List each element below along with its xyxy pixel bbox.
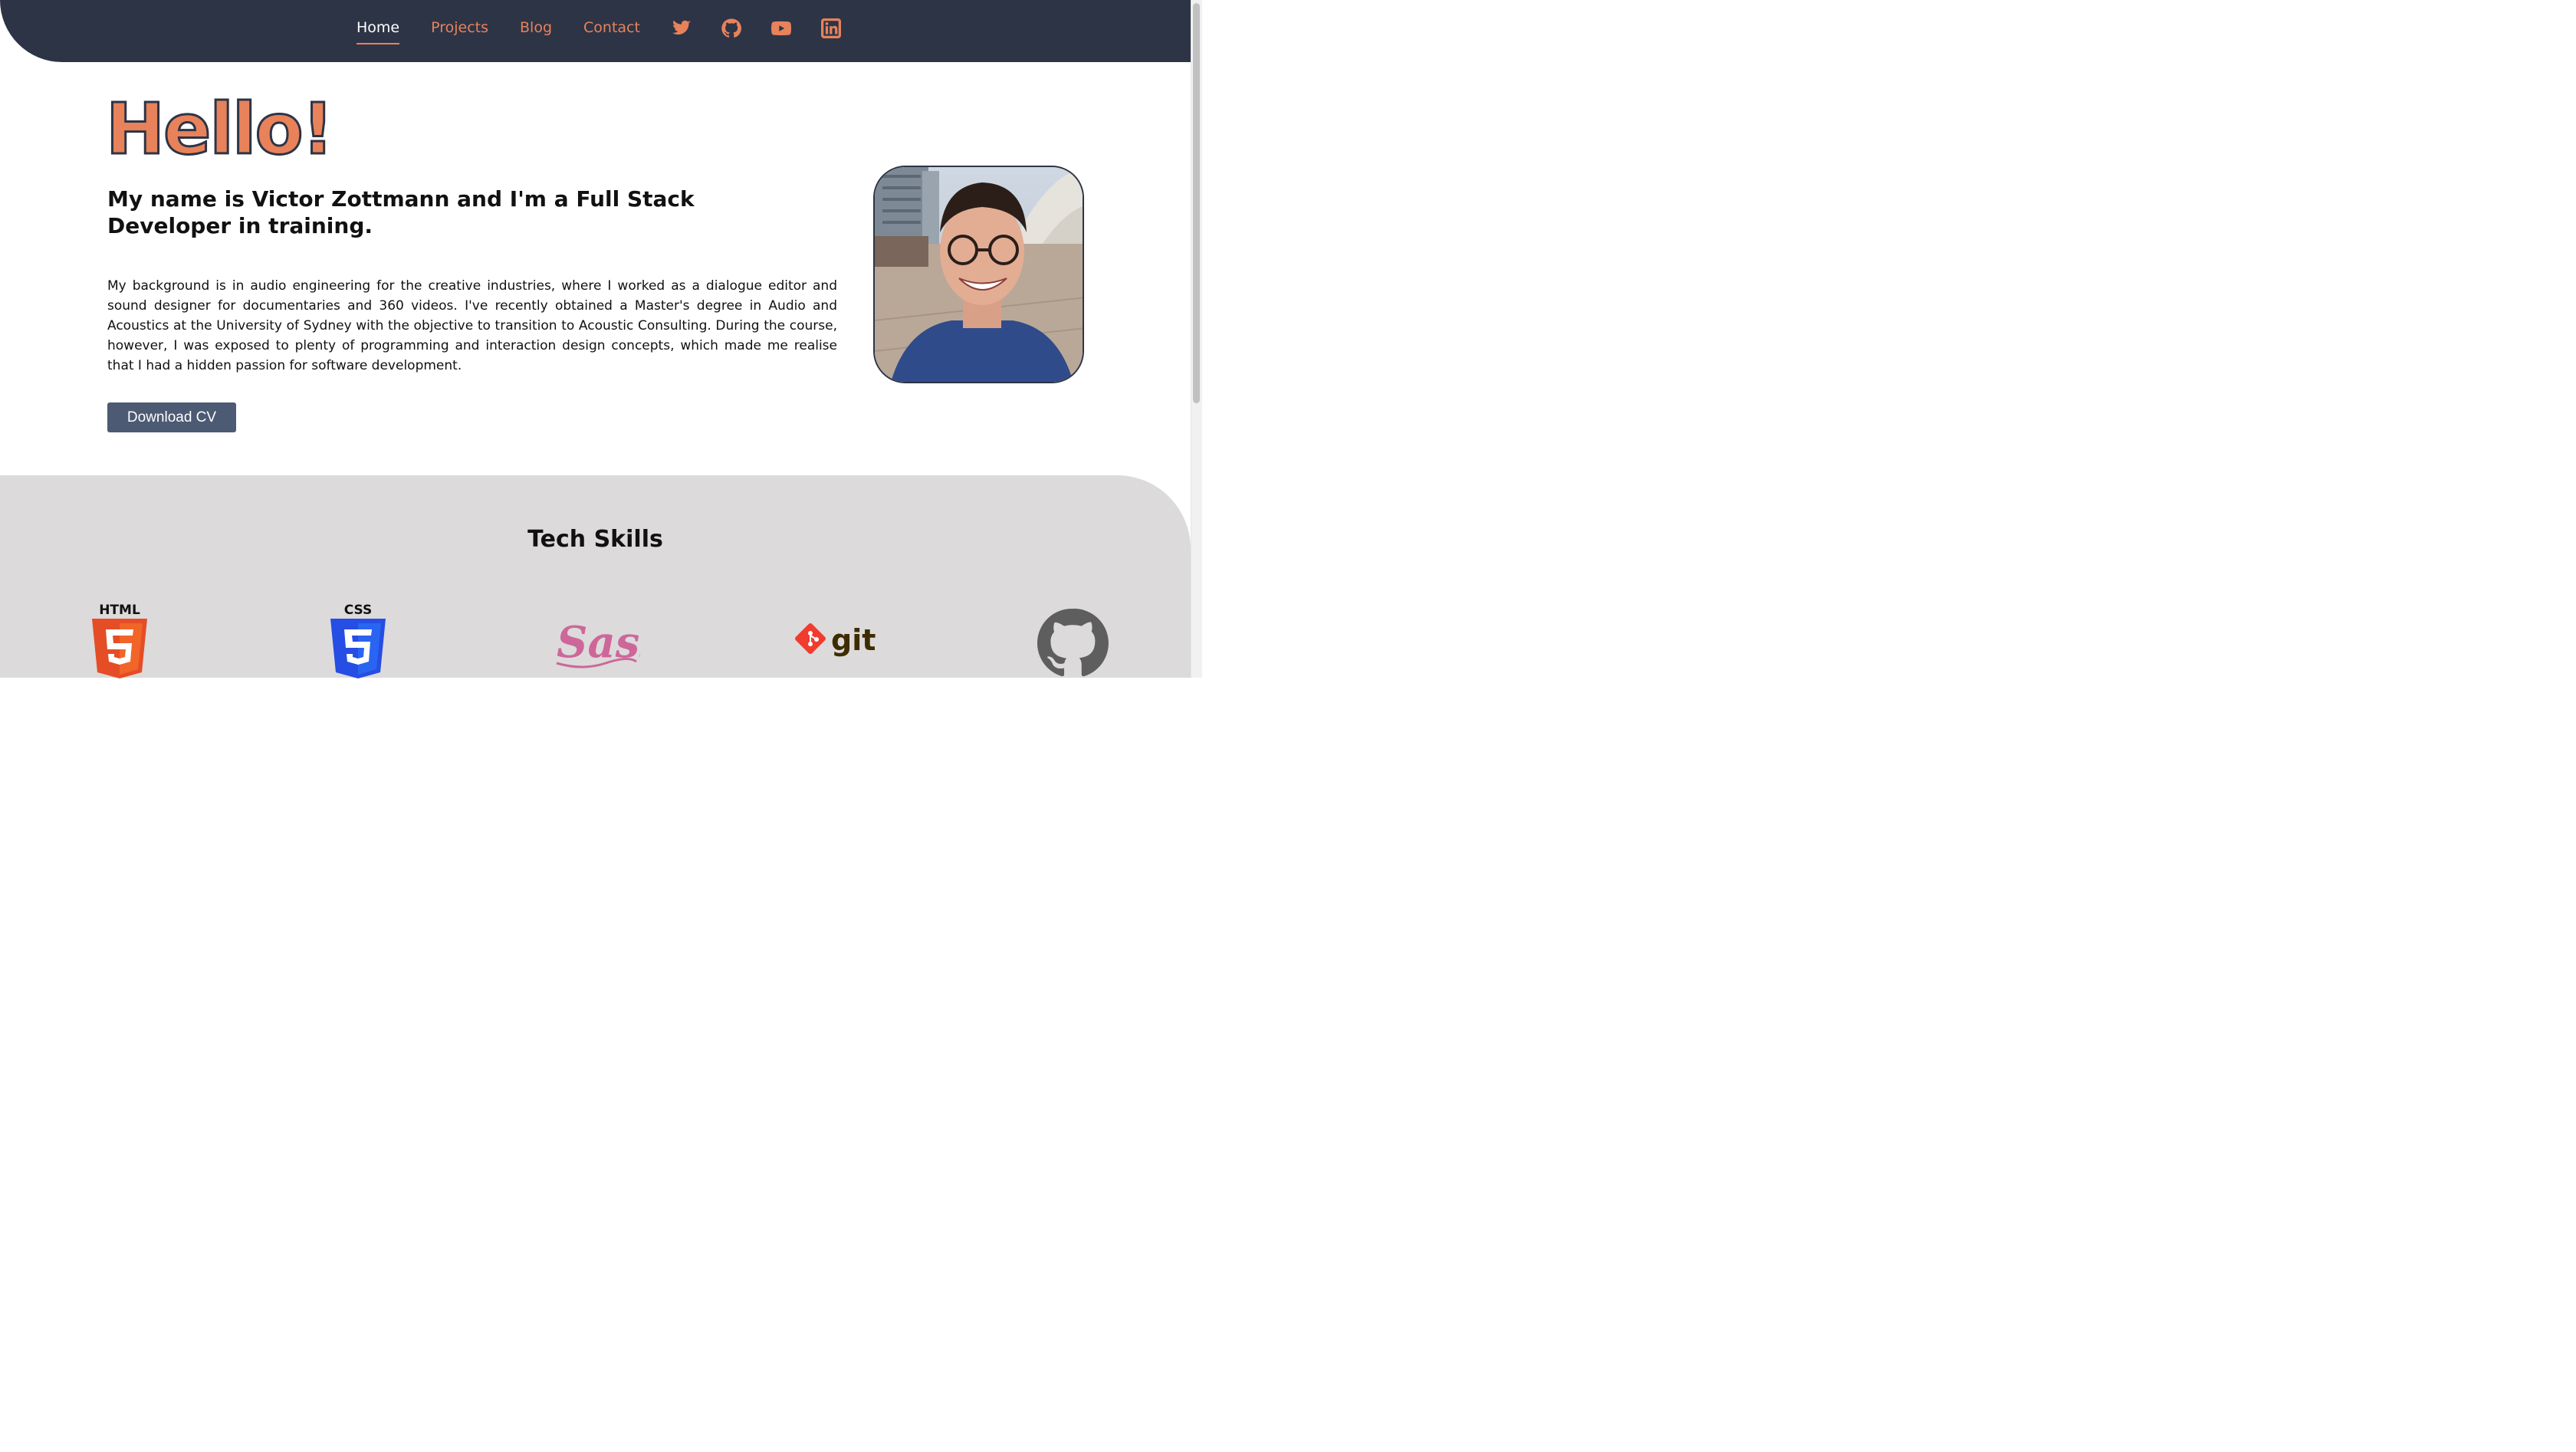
nav-home[interactable]: Home (356, 21, 400, 44)
hero-intro: My name is Victor Zottmann and I'm a Ful… (107, 186, 695, 238)
linkedin-icon[interactable] (820, 18, 841, 38)
html5-logo: HTML (90, 602, 149, 682)
hero-greeting: Hello! (105, 88, 336, 170)
scrollbar-thumb[interactable] (1193, 3, 1200, 403)
site-header: Home Projects Blog Contact (0, 0, 1191, 62)
git-logo: git (794, 623, 879, 664)
download-cv-button[interactable]: Download CV (107, 402, 236, 432)
scrollbar[interactable] (1191, 0, 1202, 678)
hero-bio: My background is in audio engineering fo… (107, 278, 837, 373)
twitter-icon[interactable] (672, 18, 692, 38)
sass-label: Sass (557, 617, 640, 668)
html-label: HTML (99, 603, 140, 618)
skills-title: Tech Skills (527, 526, 663, 553)
git-label: git (831, 623, 876, 657)
github-icon[interactable] (721, 18, 741, 38)
nav-contact[interactable]: Contact (583, 21, 640, 35)
profile-photo (873, 166, 1084, 383)
youtube-icon[interactable] (770, 18, 791, 38)
tech-skills-section: Tech Skills HTML CSS Sass (0, 475, 1191, 678)
sass-logo: Sass (552, 609, 664, 678)
main-nav: Home Projects Blog Contact (356, 0, 871, 62)
css-label: CSS (344, 603, 373, 618)
github-logo (1037, 607, 1109, 682)
nav-projects[interactable]: Projects (431, 21, 488, 35)
nav-blog[interactable]: Blog (520, 21, 552, 35)
css3-logo: CSS (329, 602, 387, 682)
social-links (672, 18, 871, 38)
